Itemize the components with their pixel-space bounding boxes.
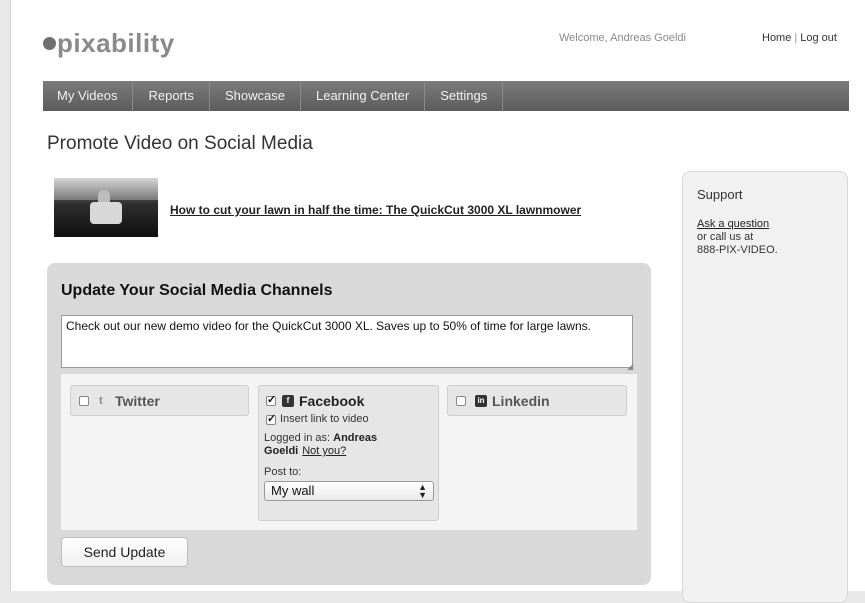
send-update-button[interactable]: Send Update <box>61 537 188 567</box>
support-title: Support <box>697 187 743 202</box>
twitter-icon: t <box>99 395 103 407</box>
pixability-logo[interactable]: pixability <box>43 28 175 59</box>
facebook-label: Facebook <box>299 393 365 409</box>
logged-in-info: Logged in as: Andreas Goeldi Not you? <box>264 432 424 458</box>
page-title: Promote Video on Social Media <box>47 133 313 154</box>
home-link[interactable]: Home <box>762 32 791 44</box>
nav-learning-center[interactable]: Learning Center <box>301 81 426 111</box>
page: pixability Welcome, Andreas Goeldi Home |… <box>10 0 865 603</box>
call-us-text: or call us at <box>697 231 754 243</box>
logout-link[interactable]: Log out <box>800 32 837 44</box>
insert-link-checkbox[interactable] <box>266 412 276 425</box>
resize-grip-icon[interactable]: ◢ <box>627 362 633 371</box>
post-to-label: Post to: <box>264 466 302 478</box>
select-arrows-icon: ▲ ▼ <box>418 482 427 500</box>
nav-my-videos[interactable]: My Videos <box>43 81 134 111</box>
post-to-value: My wall <box>271 483 315 498</box>
twitter-label: Twitter <box>115 393 160 409</box>
nav-reports[interactable]: Reports <box>133 81 210 111</box>
channels-area: t Twitter f Facebook Insert link to vide… <box>61 374 637 530</box>
facebook-channel: f Facebook Insert link to video Logged i… <box>258 385 439 521</box>
twitter-checkbox[interactable] <box>79 396 89 406</box>
video-title-link[interactable]: How to cut your lawn in half the time: T… <box>170 203 581 217</box>
support-box: Support Ask a question or call us at 888… <box>682 171 848 603</box>
logo-text: pixability <box>57 28 175 58</box>
linkedin-channel: in Linkedin <box>447 385 627 416</box>
support-phone: 888-PIX-VIDEO. <box>697 244 778 256</box>
panel-title: Update Your Social Media Channels <box>61 282 333 299</box>
linkedin-label: Linkedin <box>492 393 550 409</box>
nav-showcase[interactable]: Showcase <box>210 81 301 111</box>
linkedin-checkbox[interactable] <box>456 396 466 406</box>
main-nav: My Videos Reports Showcase Learning Cent… <box>43 81 849 111</box>
logged-in-prefix: Logged in as: <box>264 432 331 444</box>
top-links: Home | Log out <box>762 32 837 44</box>
facebook-checkbox[interactable] <box>266 393 276 406</box>
message-textarea[interactable]: Check out our new demo video for the Qui… <box>61 315 633 368</box>
insert-link-label: Insert link to video <box>280 413 369 425</box>
post-to-select[interactable]: My wall ▲ ▼ <box>264 481 434 501</box>
welcome-text: Welcome, Andreas Goeldi <box>559 32 686 44</box>
video-thumbnail[interactable] <box>54 178 158 237</box>
not-you-link[interactable]: Not you? <box>302 445 346 457</box>
twitter-channel: t Twitter <box>70 385 249 416</box>
linkedin-icon: in <box>475 395 487 407</box>
ask-question-link[interactable]: Ask a question <box>697 218 769 230</box>
top-links-separator: | <box>794 32 798 44</box>
facebook-icon: f <box>282 395 294 407</box>
nav-settings[interactable]: Settings <box>425 81 504 111</box>
logo-dot-icon <box>43 37 56 50</box>
update-panel: Update Your Social Media Channels Check … <box>47 263 651 585</box>
